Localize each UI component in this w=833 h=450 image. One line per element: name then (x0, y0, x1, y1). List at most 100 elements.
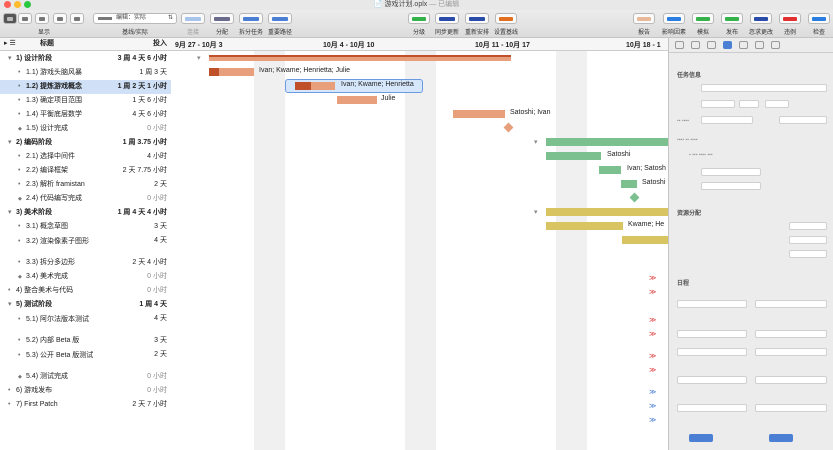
inspector-field[interactable] (677, 404, 747, 412)
inspector-toggle-button[interactable] (689, 434, 713, 442)
task-name[interactable]: 1) 设计阶段 (16, 52, 52, 66)
inspect-button[interactable] (808, 13, 830, 24)
disclosure-triangle-icon[interactable]: ▾ (8, 206, 12, 220)
inspector-type-field[interactable] (739, 100, 759, 108)
task-row[interactable]: • 2.1) 选择中间件 4 小时 (0, 150, 171, 164)
task-row[interactable]: ◆ 1.5) 设计完成 0 小时 (0, 122, 171, 136)
offscreen-arrow[interactable]: ≫ (649, 288, 656, 296)
view-outline-button[interactable] (3, 13, 17, 24)
task-name[interactable]: 2) 编码阶段 (16, 136, 52, 150)
task-bar[interactable] (621, 180, 637, 188)
inspector-type-field[interactable] (701, 100, 735, 108)
task-name[interactable]: 4) 整合美术与代码 (16, 284, 73, 298)
sync-update-button[interactable] (435, 13, 459, 24)
task-name[interactable]: 1.3) 确定项目范围 (26, 94, 82, 108)
inspector-section-assignments[interactable]: 资源分配 (677, 208, 701, 217)
task-row[interactable]: • 1.3) 确定项目范围 1 天 6 小时 (0, 94, 171, 108)
inspector-tab-task-icon[interactable] (723, 41, 732, 49)
task-row[interactable]: ▾ 1) 设计阶段 3 周 4 天 6 小时 (0, 52, 171, 66)
ignore-changes-button[interactable] (750, 13, 772, 24)
task-name[interactable]: 5.1) 阿尔法版本测试 (26, 315, 130, 324)
task-name[interactable]: 1.1) 游戏头脑风暴 (26, 66, 82, 80)
inspector-tab-calendar-icon[interactable] (707, 41, 716, 49)
col-title-header[interactable]: 标题 (40, 38, 54, 50)
design-group-bar[interactable] (209, 55, 511, 61)
inspector-field[interactable] (701, 168, 761, 176)
group-collapse-arrow[interactable]: ▾ (534, 138, 538, 146)
task-row[interactable]: • 4) 整合美术与代码 0 小时 (0, 284, 171, 298)
edit-mode-dropdown[interactable]: 编辑：实际 ⇅ (93, 13, 177, 24)
task-bar[interactable] (622, 236, 668, 244)
task-name[interactable]: 3.2) 渲染像素子图形 (26, 237, 130, 246)
inspector-field[interactable] (755, 348, 827, 356)
task-bar[interactable] (295, 82, 335, 90)
disclosure-triangle-icon[interactable]: ▾ (8, 136, 12, 150)
task-bar[interactable] (599, 166, 621, 174)
inspector-end-date-field[interactable] (755, 300, 827, 308)
task-row[interactable]: • 5.2) 内部 Beta 版 3 天 (0, 334, 171, 348)
task-row[interactable]: • 5.1) 阿尔法版本测试 4 天 (0, 312, 171, 334)
task-name[interactable]: 1.2) 提炼游戏概念 (26, 80, 82, 94)
inspector-field[interactable] (677, 348, 747, 356)
task-name[interactable]: 5.4) 测试完成 (26, 370, 68, 384)
task-row[interactable]: ▾ 5) 测试阶段 1 周 4 天 (0, 298, 171, 312)
task-name[interactable]: 5) 测试阶段 (16, 298, 52, 312)
task-name[interactable]: 5.3) 公开 Beta 版测试 (26, 351, 130, 360)
code-group-bar[interactable] (546, 138, 668, 146)
reschedule-button[interactable] (465, 13, 489, 24)
task-name[interactable]: 3) 美术阶段 (16, 206, 52, 220)
task-row[interactable]: • 1.4) 平衡底层数学 4 天 6 小时 (0, 108, 171, 122)
offscreen-arrow[interactable]: ≫ (649, 388, 656, 396)
inspector-tab-view-icon[interactable] (771, 41, 780, 49)
report-button[interactable] (633, 13, 655, 24)
view-network-button[interactable] (35, 13, 49, 24)
task-row[interactable]: ▾ 3) 美术阶段 1 周 4 天 4 小时 (0, 206, 171, 220)
task-name[interactable]: 1.4) 平衡底层数学 (26, 108, 82, 122)
task-name[interactable]: 7) First Patch (16, 398, 58, 412)
inspector-title-field[interactable] (701, 84, 827, 92)
view-styles-button[interactable] (70, 13, 84, 24)
task-bar[interactable] (546, 222, 623, 230)
task-row[interactable]: • 2.3) 解析 framistan 2 天 (0, 178, 171, 192)
task-row[interactable]: • 5.3) 公开 Beta 版测试 2 天 (0, 348, 171, 370)
publish-button[interactable] (721, 13, 743, 24)
task-name[interactable]: 1.5) 设计完成 (26, 122, 68, 136)
task-row[interactable]: • 3.2) 渲染像素子图形 4 天 (0, 234, 171, 256)
task-bar[interactable] (337, 96, 377, 104)
inspector-section-schedule[interactable]: 日程 (677, 278, 689, 287)
task-row[interactable]: ◆ 3.4) 美术完成 0 小时 (0, 270, 171, 284)
disclosure-triangle-icon[interactable]: ▾ (8, 298, 12, 312)
inspector-field[interactable] (789, 222, 827, 230)
task-row[interactable]: • 7) First Patch 2 天 7 小时 (0, 398, 171, 412)
outline-toggle-icon[interactable]: ▸ ☰ (4, 38, 16, 50)
inspector-field[interactable] (677, 376, 747, 384)
task-bar[interactable] (546, 152, 601, 160)
violations-button[interactable] (779, 13, 801, 24)
critical-path-button[interactable] (268, 13, 292, 24)
influences-button[interactable] (663, 13, 685, 24)
group-collapse-arrow[interactable]: ▾ (197, 54, 201, 62)
task-name[interactable]: 2.2) 编译框架 (26, 164, 68, 178)
disclosure-triangle-icon[interactable]: ▾ (8, 52, 12, 66)
task-row[interactable]: • 3.1) 概念草图 3 天 (0, 220, 171, 234)
connect-button[interactable] (181, 13, 205, 24)
task-row[interactable]: ▾ 2) 编码阶段 1 周 3.75 小时 (0, 136, 171, 150)
offscreen-arrow[interactable]: ≫ (649, 366, 656, 374)
offscreen-arrow[interactable]: ≫ (649, 402, 656, 410)
inspector-field[interactable] (789, 236, 827, 244)
task-name[interactable]: 3.1) 概念草图 (26, 220, 68, 234)
assign-button[interactable] (210, 13, 234, 24)
view-split-button[interactable] (18, 13, 32, 24)
set-baseline-button[interactable] (495, 13, 517, 24)
level-button[interactable] (408, 13, 430, 24)
inspector-toggle-button[interactable] (769, 434, 793, 442)
task-name[interactable]: 2.4) 代码编写完成 (26, 192, 82, 206)
inspector-start-date-field[interactable] (677, 300, 747, 308)
inspector-field[interactable] (755, 404, 827, 412)
task-row[interactable]: • 2.2) 编译框架 2 天 7.75 小时 (0, 164, 171, 178)
task-name[interactable]: 5.2) 内部 Beta 版 (26, 334, 79, 348)
inspector-constraint-field[interactable] (755, 330, 827, 338)
task-name[interactable]: 6) 游戏发布 (16, 384, 52, 398)
inspector-type-field[interactable] (765, 100, 789, 108)
inspector-constraint-field[interactable] (677, 330, 747, 338)
